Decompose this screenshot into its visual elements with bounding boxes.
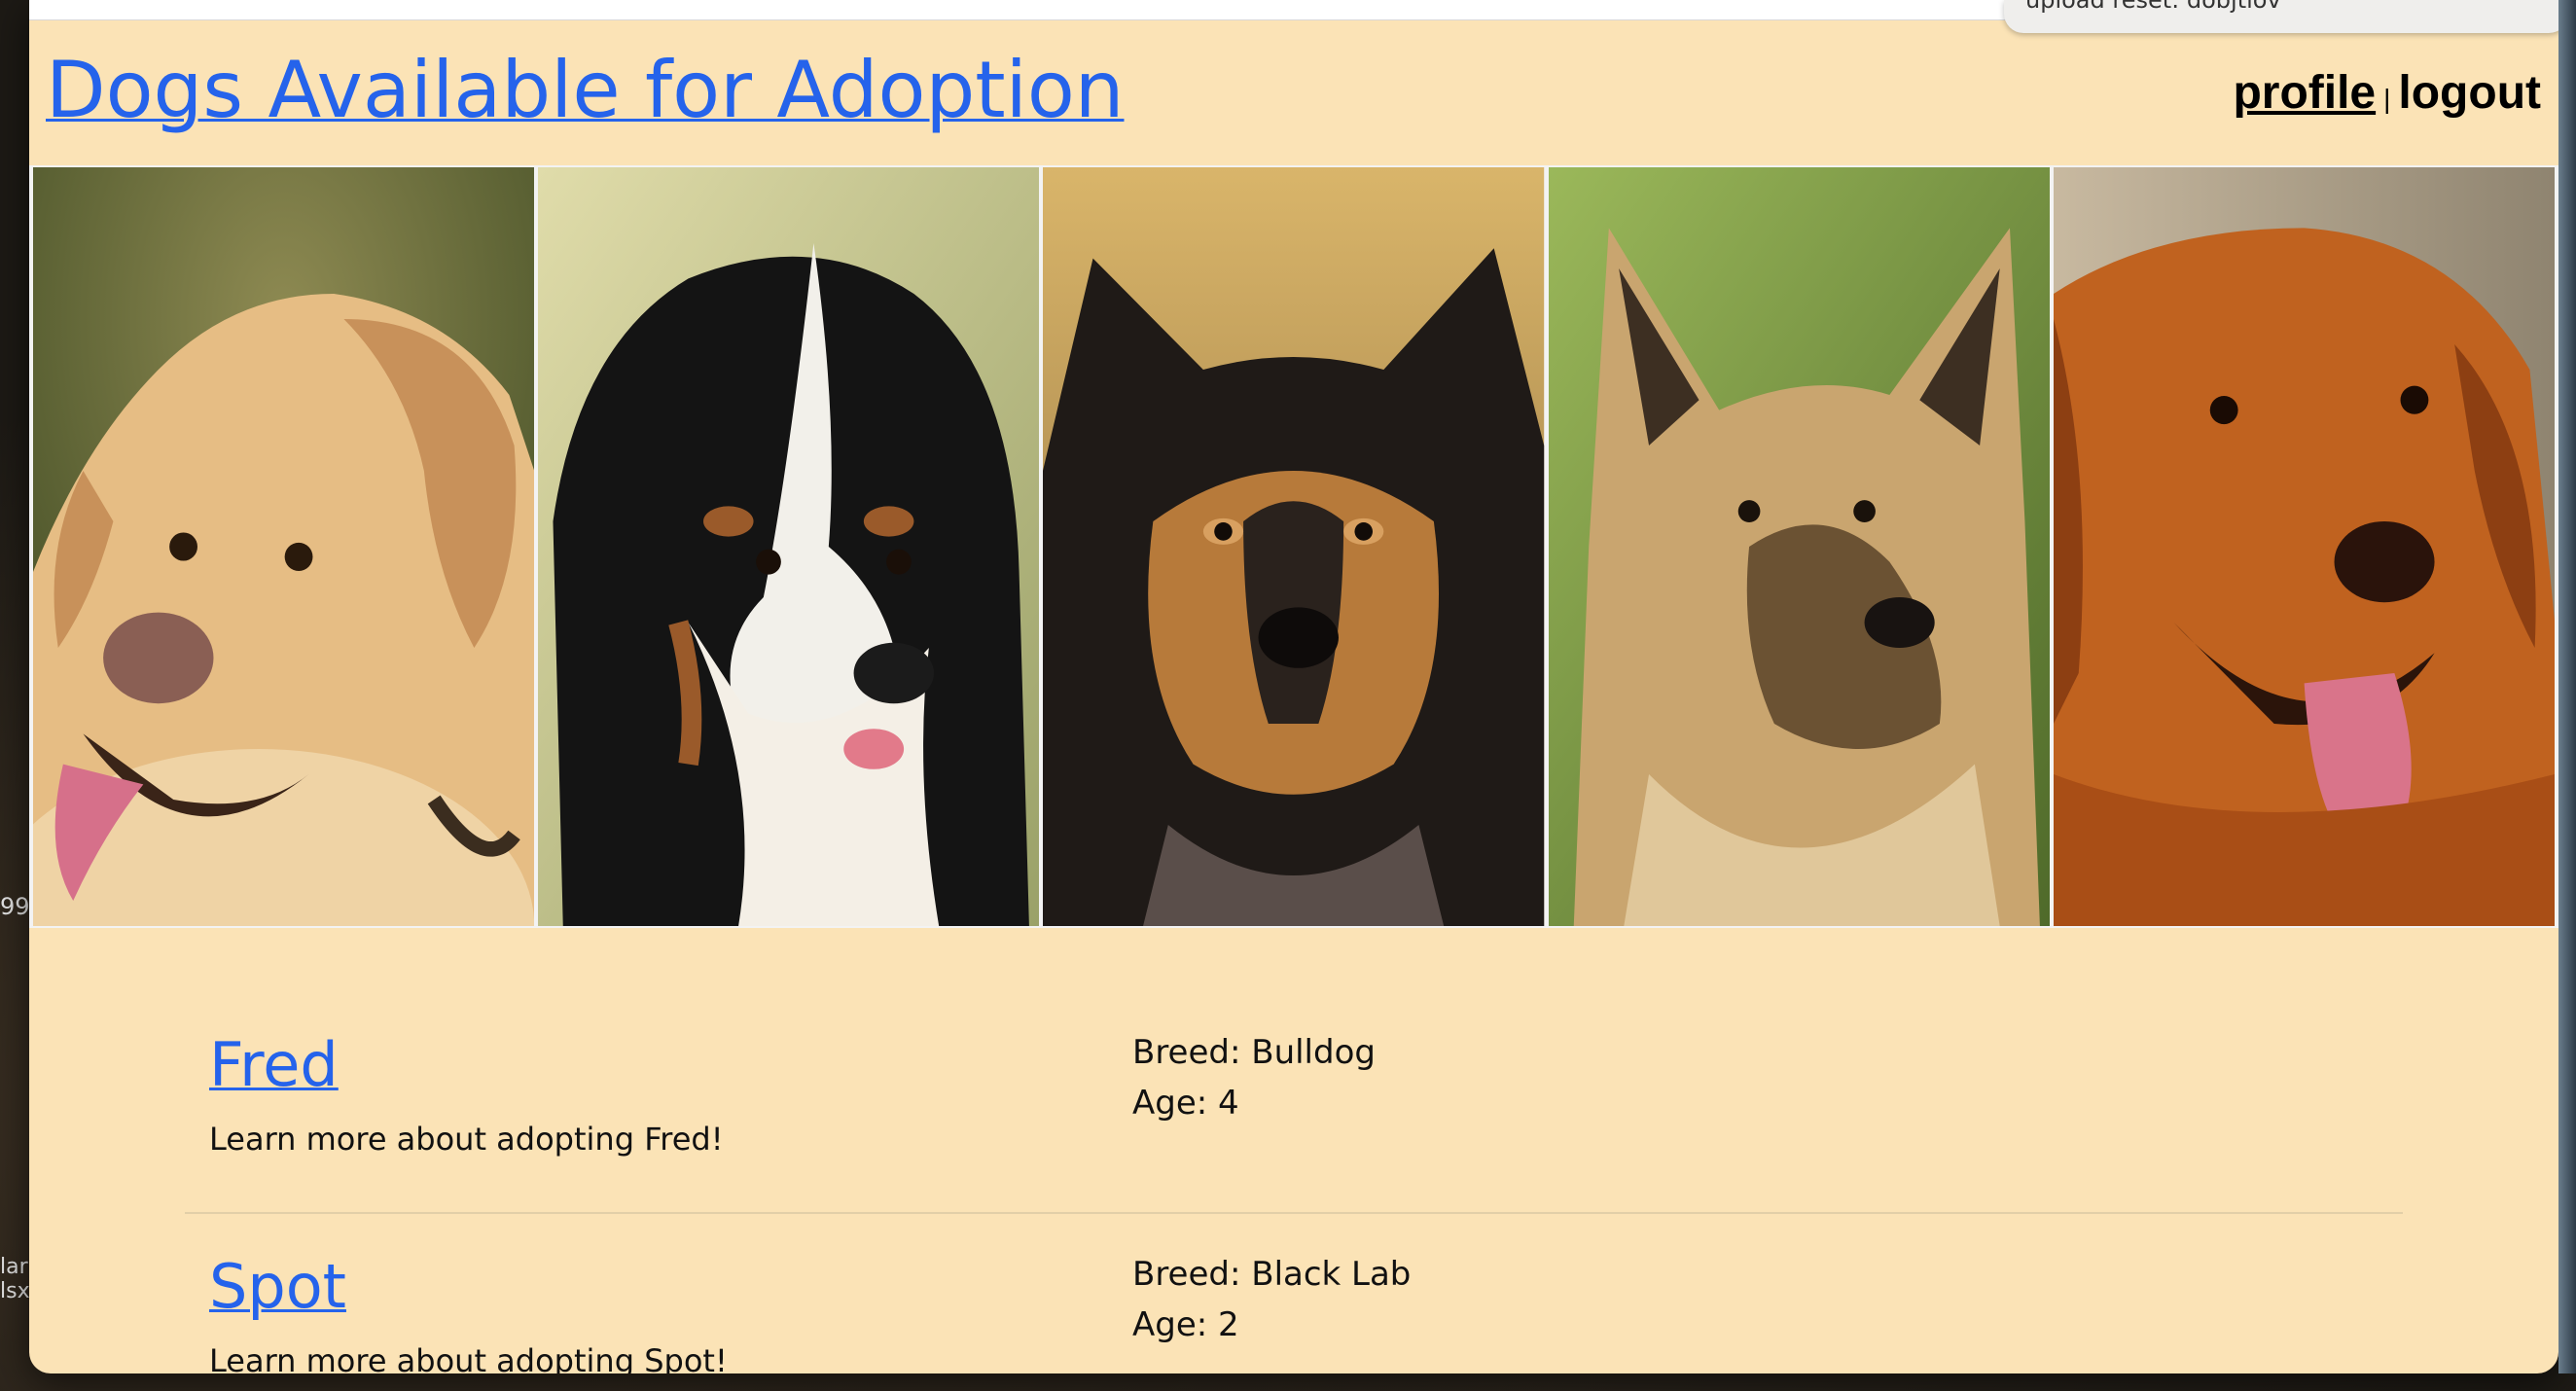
site-title-link[interactable]: Dogs Available for Adoption [46,45,1124,135]
header-nav: profile | logout [2233,66,2541,120]
dog-row-spot: Spot Learn more about adopting Spot! Bre… [185,1214,2403,1373]
dog-row-fred: Fred Learn more about adopting Fred! Bre… [185,992,2403,1214]
dog-listing: Fred Learn more about adopting Fred! Bre… [185,992,2403,1373]
nav-separator: | [2383,84,2391,114]
profile-link[interactable]: profile [2233,67,2376,119]
logout-link[interactable]: logout [2398,67,2541,119]
dog-photo-golden [2053,167,2556,926]
browser-window: Dogs Available for Adoption profile | logo… [29,0,2558,1373]
notification-text: upload reset: dobjtlov [2025,0,2281,14]
dog-blurb: Learn more about adopting Spot! [209,1342,728,1373]
desktop-fragment-1: 99 [0,893,30,920]
dog-age: Age: 4 [1132,1084,1239,1123]
desktop-fragment-2: lar lsx [0,1255,30,1303]
dog-photo-sheltie [1043,167,1545,926]
adjacent-window-edge [2558,0,2576,1373]
dog-breed: Breed: Black Lab [1132,1255,1412,1294]
notification-banner[interactable]: upload reset: dobjtlov [2004,0,2558,33]
dog-breed: Breed: Bulldog [1132,1033,1376,1072]
dog-photo-shepherd [1548,167,2050,926]
dog-photo-bernese [538,167,1040,926]
dog-photo-banner [29,165,2558,928]
dog-name-link[interactable]: Spot [209,1251,346,1322]
site-header: Dogs Available for Adoption profile | logo… [29,19,2558,167]
dog-blurb: Learn more about adopting Fred! [209,1121,724,1158]
dog-photo-yellow-lab [33,167,535,926]
dog-name-link[interactable]: Fred [209,1029,339,1100]
dog-age: Age: 2 [1132,1305,1239,1344]
